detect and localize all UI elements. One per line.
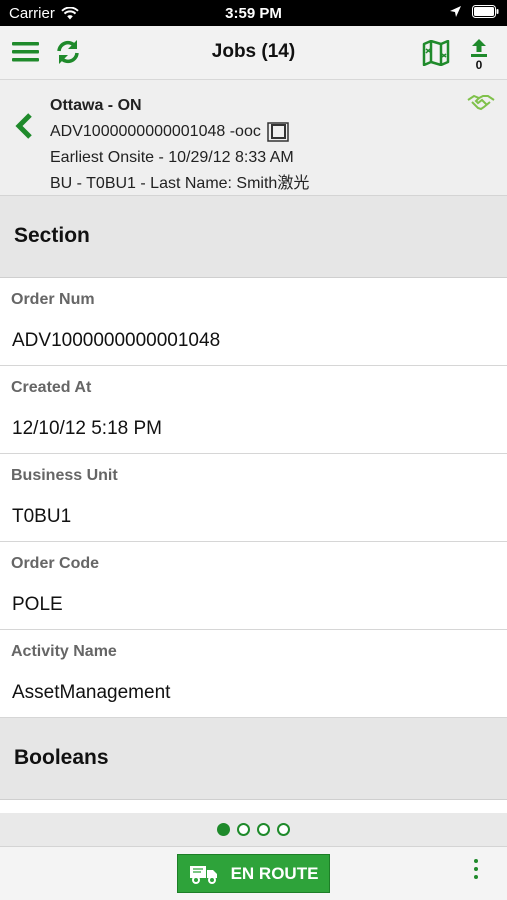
map-button[interactable]: [421, 39, 451, 67]
job-header: Ottawa - ON ADV1000000000001048 -ooc Ear…: [0, 80, 507, 196]
copy-icon[interactable]: [267, 122, 289, 142]
bottom-toolbar: EN ROUTE: [0, 846, 507, 900]
field-value: ADV1000000000001048: [12, 330, 221, 351]
field-label: Order Code: [11, 555, 100, 572]
field-label: Created At: [11, 379, 92, 396]
page-indicator: [0, 813, 507, 846]
section-title: Section: [14, 224, 90, 247]
map-icon: [422, 40, 450, 66]
clock: 3:59 PM: [225, 5, 282, 22]
job-city: Ottawa - ON: [50, 97, 142, 114]
page-dot-2[interactable]: [237, 823, 250, 836]
battery-icon: [472, 5, 499, 18]
nav-bar: Jobs (14) 0: [0, 26, 507, 80]
status-bar: Carrier 3:59 PM: [0, 0, 507, 26]
field-value: 12/10/12 5:18 PM: [12, 418, 162, 439]
more-vertical-icon: [474, 859, 478, 863]
truck-icon: [189, 865, 217, 884]
page-dot-4[interactable]: [277, 823, 290, 836]
en-route-button[interactable]: EN ROUTE: [177, 854, 330, 893]
field-value: T0BU1: [12, 506, 72, 527]
page-dot-1[interactable]: [217, 823, 230, 836]
job-order-text: ADV1000000000001048 -ooc: [50, 123, 261, 140]
field-created-at: Created At 12/10/12 5:18 PM: [0, 366, 507, 454]
section-title: Booleans: [14, 746, 109, 769]
field-activity-name: Activity Name AssetManagement: [0, 630, 507, 718]
job-summary: Ottawa - ON ADV1000000000001048 -ooc Ear…: [50, 93, 309, 197]
field-order-code: Order Code POLE: [0, 542, 507, 630]
upload-button[interactable]: 0: [466, 36, 492, 74]
upload-icon: [471, 39, 487, 57]
more-options-button[interactable]: [473, 859, 479, 879]
field-label: Activity Name: [11, 643, 117, 660]
field-label: Business Unit: [11, 467, 118, 484]
handshake-button[interactable]: [467, 94, 495, 117]
job-order-line: ADV1000000000001048 -ooc: [50, 119, 309, 145]
field-value: POLE: [12, 594, 63, 615]
page-dot-3[interactable]: [257, 823, 270, 836]
status-right: [449, 5, 499, 18]
upload-count-badge: 0: [475, 58, 483, 72]
field-value: AssetManagement: [12, 682, 171, 703]
section-header: Section: [0, 196, 507, 278]
field-order-num: Order Num ADV1000000000001048: [0, 278, 507, 366]
job-bu-line: BU - T0BU1 - Last Name: Smith激光: [50, 175, 310, 192]
content-remainder: [0, 800, 507, 813]
field-label: Order Num: [11, 291, 95, 308]
handshake-icon: [467, 94, 495, 111]
section-header-booleans: Booleans: [0, 718, 507, 800]
job-earliest-onsite: Earliest Onsite - 10/29/12 8:33 AM: [50, 149, 294, 166]
chevron-left-icon: [15, 113, 32, 139]
location-arrow-icon: [450, 6, 461, 17]
en-route-label: EN ROUTE: [230, 863, 319, 883]
field-business-unit: Business Unit T0BU1: [0, 454, 507, 542]
back-button[interactable]: [14, 112, 34, 145]
